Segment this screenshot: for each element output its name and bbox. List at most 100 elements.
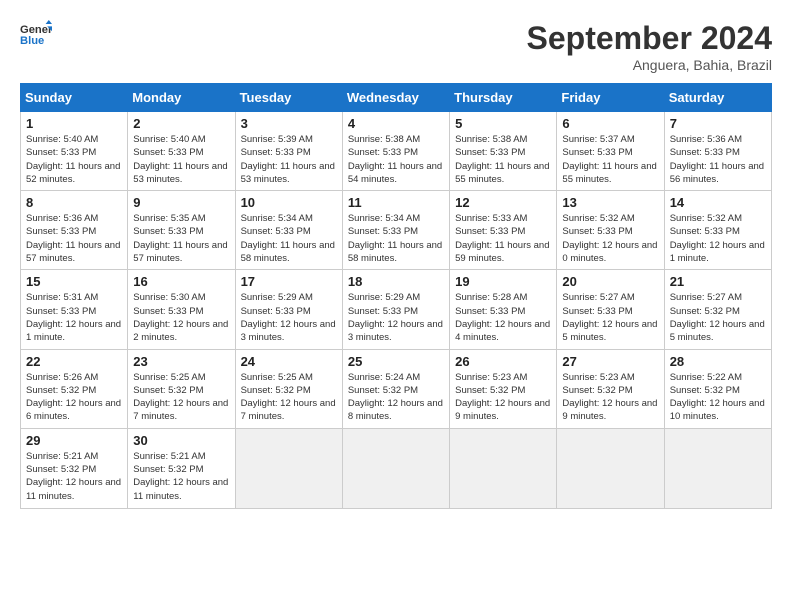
sunset-label: Sunset: 5:33 PM <box>26 306 96 317</box>
calendar-cell: 24 Sunrise: 5:25 AM Sunset: 5:32 PM Dayl… <box>235 349 342 428</box>
day-number: 5 <box>455 116 551 131</box>
svg-text:Blue: Blue <box>20 35 44 47</box>
calendar-row: 1 Sunrise: 5:40 AM Sunset: 5:33 PM Dayli… <box>21 112 772 191</box>
sunset-label: Sunset: 5:32 PM <box>670 306 740 317</box>
day-info: Sunrise: 5:27 AM Sunset: 5:33 PM Dayligh… <box>562 291 658 344</box>
day-number: 7 <box>670 116 766 131</box>
day-number: 18 <box>348 274 444 289</box>
sunrise-label: Sunrise: 5:40 AM <box>26 134 98 145</box>
day-number: 25 <box>348 354 444 369</box>
day-info: Sunrise: 5:40 AM Sunset: 5:33 PM Dayligh… <box>26 133 122 186</box>
sunrise-label: Sunrise: 5:24 AM <box>348 372 420 383</box>
day-info: Sunrise: 5:24 AM Sunset: 5:32 PM Dayligh… <box>348 371 444 424</box>
sunset-label: Sunset: 5:33 PM <box>455 226 525 237</box>
calendar-cell <box>664 428 771 508</box>
day-info: Sunrise: 5:32 AM Sunset: 5:33 PM Dayligh… <box>670 212 766 265</box>
day-info: Sunrise: 5:34 AM Sunset: 5:33 PM Dayligh… <box>241 212 337 265</box>
sunrise-label: Sunrise: 5:25 AM <box>133 372 205 383</box>
calendar-cell: 4 Sunrise: 5:38 AM Sunset: 5:33 PM Dayli… <box>342 112 449 191</box>
daylight-label: Daylight: 11 hours and 55 minutes. <box>455 161 549 185</box>
daylight-label: Daylight: 12 hours and 6 minutes. <box>26 398 121 422</box>
daylight-label: Daylight: 12 hours and 8 minutes. <box>348 398 443 422</box>
day-number: 10 <box>241 195 337 210</box>
day-number: 8 <box>26 195 122 210</box>
day-info: Sunrise: 5:38 AM Sunset: 5:33 PM Dayligh… <box>455 133 551 186</box>
calendar-cell: 14 Sunrise: 5:32 AM Sunset: 5:33 PM Dayl… <box>664 191 771 270</box>
sunrise-label: Sunrise: 5:35 AM <box>133 213 205 224</box>
sunset-label: Sunset: 5:32 PM <box>562 385 632 396</box>
sunset-label: Sunset: 5:32 PM <box>348 385 418 396</box>
header-tuesday: Tuesday <box>235 84 342 112</box>
day-info: Sunrise: 5:35 AM Sunset: 5:33 PM Dayligh… <box>133 212 229 265</box>
logo-icon: General Blue <box>20 20 52 48</box>
day-number: 17 <box>241 274 337 289</box>
sunrise-label: Sunrise: 5:27 AM <box>670 292 742 303</box>
sunset-label: Sunset: 5:33 PM <box>562 306 632 317</box>
calendar-cell: 8 Sunrise: 5:36 AM Sunset: 5:33 PM Dayli… <box>21 191 128 270</box>
calendar-cell: 17 Sunrise: 5:29 AM Sunset: 5:33 PM Dayl… <box>235 270 342 349</box>
day-number: 29 <box>26 433 122 448</box>
daylight-label: Daylight: 11 hours and 58 minutes. <box>241 240 335 264</box>
sunset-label: Sunset: 5:33 PM <box>26 226 96 237</box>
day-info: Sunrise: 5:28 AM Sunset: 5:33 PM Dayligh… <box>455 291 551 344</box>
day-info: Sunrise: 5:34 AM Sunset: 5:33 PM Dayligh… <box>348 212 444 265</box>
sunset-label: Sunset: 5:33 PM <box>348 306 418 317</box>
daylight-label: Daylight: 12 hours and 7 minutes. <box>241 398 336 422</box>
day-info: Sunrise: 5:22 AM Sunset: 5:32 PM Dayligh… <box>670 371 766 424</box>
calendar-cell: 29 Sunrise: 5:21 AM Sunset: 5:32 PM Dayl… <box>21 428 128 508</box>
day-number: 3 <box>241 116 337 131</box>
daylight-label: Daylight: 11 hours and 57 minutes. <box>26 240 120 264</box>
sunrise-label: Sunrise: 5:30 AM <box>133 292 205 303</box>
calendar-cell: 21 Sunrise: 5:27 AM Sunset: 5:32 PM Dayl… <box>664 270 771 349</box>
sunset-label: Sunset: 5:32 PM <box>26 464 96 475</box>
weekday-header-row: Sunday Monday Tuesday Wednesday Thursday… <box>21 84 772 112</box>
daylight-label: Daylight: 12 hours and 11 minutes. <box>133 477 228 501</box>
day-number: 1 <box>26 116 122 131</box>
day-number: 22 <box>26 354 122 369</box>
day-number: 28 <box>670 354 766 369</box>
day-number: 11 <box>348 195 444 210</box>
daylight-label: Daylight: 12 hours and 9 minutes. <box>455 398 550 422</box>
sunset-label: Sunset: 5:33 PM <box>241 306 311 317</box>
sunset-label: Sunset: 5:32 PM <box>26 385 96 396</box>
calendar-table: Sunday Monday Tuesday Wednesday Thursday… <box>20 83 772 509</box>
daylight-label: Daylight: 12 hours and 0 minutes. <box>562 240 657 264</box>
day-info: Sunrise: 5:21 AM Sunset: 5:32 PM Dayligh… <box>26 450 122 503</box>
day-info: Sunrise: 5:36 AM Sunset: 5:33 PM Dayligh… <box>26 212 122 265</box>
sunrise-label: Sunrise: 5:38 AM <box>348 134 420 145</box>
daylight-label: Daylight: 11 hours and 54 minutes. <box>348 161 442 185</box>
calendar-cell <box>557 428 664 508</box>
day-info: Sunrise: 5:23 AM Sunset: 5:32 PM Dayligh… <box>455 371 551 424</box>
sunset-label: Sunset: 5:33 PM <box>670 147 740 158</box>
calendar-cell: 30 Sunrise: 5:21 AM Sunset: 5:32 PM Dayl… <box>128 428 235 508</box>
calendar-cell: 26 Sunrise: 5:23 AM Sunset: 5:32 PM Dayl… <box>450 349 557 428</box>
calendar-cell: 10 Sunrise: 5:34 AM Sunset: 5:33 PM Dayl… <box>235 191 342 270</box>
sunset-label: Sunset: 5:32 PM <box>455 385 525 396</box>
calendar-cell: 7 Sunrise: 5:36 AM Sunset: 5:33 PM Dayli… <box>664 112 771 191</box>
day-info: Sunrise: 5:40 AM Sunset: 5:33 PM Dayligh… <box>133 133 229 186</box>
daylight-label: Daylight: 12 hours and 11 minutes. <box>26 477 121 501</box>
sunrise-label: Sunrise: 5:36 AM <box>670 134 742 145</box>
calendar-cell: 18 Sunrise: 5:29 AM Sunset: 5:33 PM Dayl… <box>342 270 449 349</box>
sunrise-label: Sunrise: 5:23 AM <box>455 372 527 383</box>
sunrise-label: Sunrise: 5:34 AM <box>241 213 313 224</box>
sunset-label: Sunset: 5:33 PM <box>670 226 740 237</box>
sunset-label: Sunset: 5:33 PM <box>133 226 203 237</box>
sunrise-label: Sunrise: 5:28 AM <box>455 292 527 303</box>
day-number: 4 <box>348 116 444 131</box>
daylight-label: Daylight: 12 hours and 2 minutes. <box>133 319 228 343</box>
daylight-label: Daylight: 11 hours and 59 minutes. <box>455 240 549 264</box>
sunset-label: Sunset: 5:33 PM <box>241 147 311 158</box>
day-info: Sunrise: 5:25 AM Sunset: 5:32 PM Dayligh… <box>241 371 337 424</box>
calendar-cell <box>450 428 557 508</box>
day-number: 16 <box>133 274 229 289</box>
day-info: Sunrise: 5:39 AM Sunset: 5:33 PM Dayligh… <box>241 133 337 186</box>
header-saturday: Saturday <box>664 84 771 112</box>
sunrise-label: Sunrise: 5:33 AM <box>455 213 527 224</box>
calendar-cell: 23 Sunrise: 5:25 AM Sunset: 5:32 PM Dayl… <box>128 349 235 428</box>
day-number: 24 <box>241 354 337 369</box>
calendar-cell <box>342 428 449 508</box>
svg-text:General: General <box>20 24 52 36</box>
day-info: Sunrise: 5:30 AM Sunset: 5:33 PM Dayligh… <box>133 291 229 344</box>
sunrise-label: Sunrise: 5:26 AM <box>26 372 98 383</box>
